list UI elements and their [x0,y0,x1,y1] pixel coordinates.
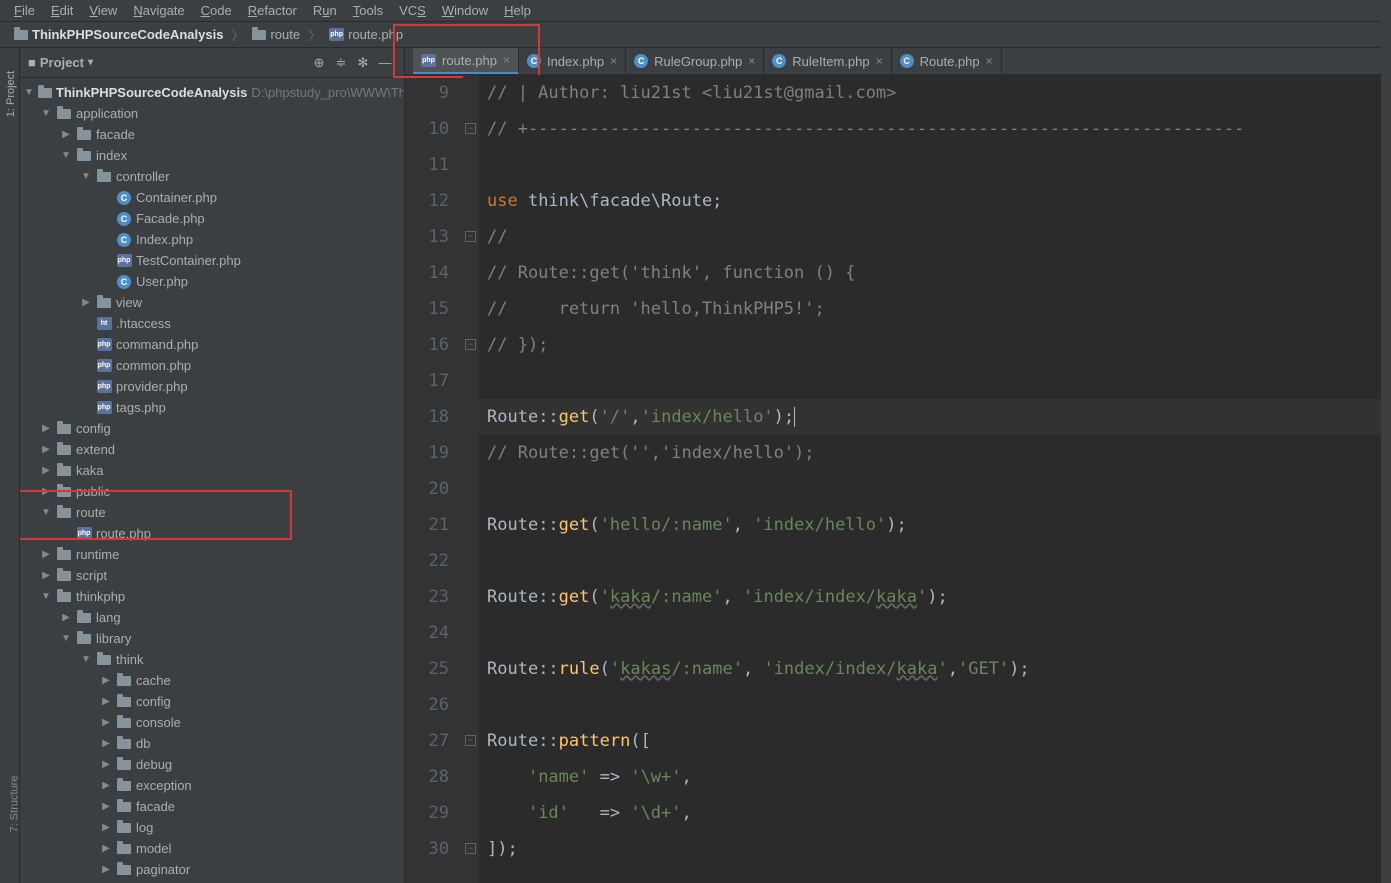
breadcrumb-file[interactable]: phproute.php [329,27,403,42]
menu-refactor[interactable]: Refactor [240,1,305,20]
tree-file[interactable]: phpprovider.php [20,376,404,397]
fold-marker-icon[interactable]: − [465,339,476,350]
tree-folder-thinkphp[interactable]: ▼thinkphp [20,586,404,607]
tree-file[interactable]: CUser.php [20,271,404,292]
tree-folder-think[interactable]: ▼think [20,649,404,670]
tree-folder-controller[interactable]: ▼controller [20,166,404,187]
folder-icon [14,30,28,40]
tree-folder[interactable]: ▶paginator [20,859,404,880]
line-gutter: 9101112131415161718192021222324252627282… [405,75,463,883]
locate-icon[interactable]: ⊕ [308,52,330,74]
menu-window[interactable]: Window [434,1,496,20]
tab-index-php[interactable]: CIndex.php× [519,48,626,74]
fold-marker-icon[interactable]: − [465,123,476,134]
menu-help[interactable]: Help [496,1,539,20]
tree-file[interactable]: CContainer.php [20,187,404,208]
tree-folder-view[interactable]: ▶view [20,292,404,313]
tree-file[interactable]: CFacade.php [20,208,404,229]
tree-folder[interactable]: ▶db [20,733,404,754]
breadcrumb-project[interactable]: ThinkPHPSourceCodeAnalysis [14,27,223,42]
tree-folder-kaka[interactable]: ▶kaka [20,460,404,481]
php-file-icon: php [421,54,436,67]
code-body[interactable]: // | Author: liu21st <liu21st@gmail.com>… [479,75,1391,883]
tree-root[interactable]: ▼ThinkPHPSourceCodeAnalysisD:\phpstudy_p… [20,82,404,103]
tree-folder[interactable]: ▶console [20,712,404,733]
tree-folder-index[interactable]: ▼index [20,145,404,166]
tree-folder-public[interactable]: ▶public [20,481,404,502]
chevron-right-icon: 〉 [231,25,244,44]
tab-route-php[interactable]: phproute.php× [413,48,519,74]
tree-folder-facade[interactable]: ▶facade [20,124,404,145]
fold-marker-icon[interactable]: − [465,735,476,746]
fold-marker-icon[interactable]: − [465,231,476,242]
rail-structure-label[interactable]: 7: Structure [8,776,20,833]
hide-icon[interactable]: — [374,52,396,74]
text-cursor [794,407,795,427]
menu-code[interactable]: Code [193,1,240,20]
tree-folder-application[interactable]: ▼application [20,103,404,124]
tree-file[interactable]: phptags.php [20,397,404,418]
folder-icon [252,30,266,40]
tab-rulegroup-php[interactable]: CRuleGroup.php× [626,48,764,74]
code-editor[interactable]: 9101112131415161718192021222324252627282… [405,75,1391,883]
menu-view[interactable]: View [81,1,125,20]
tree-folder[interactable]: ▶exception [20,775,404,796]
tree-folder[interactable]: ▶config [20,691,404,712]
tree-file[interactable]: CIndex.php [20,229,404,250]
gear-icon[interactable]: ✻ [352,52,374,74]
menu-tools[interactable]: Tools [345,1,391,20]
editor-tabs: phproute.php× CIndex.php× CRuleGroup.php… [405,48,1391,75]
tree-folder-extend[interactable]: ▶extend [20,439,404,460]
close-icon[interactable]: × [986,54,993,68]
menu-navigate[interactable]: Navigate [125,1,192,20]
tree-folder-script[interactable]: ▶script [20,565,404,586]
tree-file[interactable]: phpcommon.php [20,355,404,376]
menu-run[interactable]: Run [305,1,345,20]
class-icon: C [772,54,786,68]
menu-bar: File Edit View Navigate Code Refactor Ru… [0,0,1391,22]
close-icon[interactable]: × [503,53,510,67]
class-icon: C [527,54,541,68]
close-icon[interactable]: × [748,54,755,68]
tree-folder-library[interactable]: ▼library [20,628,404,649]
collapse-all-icon[interactable]: ≑ [330,52,352,74]
rail-project-label[interactable]: 1: Project [5,71,17,117]
tree-file[interactable]: ht.htaccess [20,313,404,334]
tree-folder-config[interactable]: ▶config [20,418,404,439]
class-icon: C [900,54,914,68]
tree-folder[interactable]: ▶log [20,817,404,838]
project-sidebar: ■Project▾ ⊕ ≑ ✻ — ▼ThinkPHPSourceCodeAna… [20,48,405,883]
left-tool-rail: 1: Project 7: Structure [0,48,20,883]
tree-file[interactable]: phpTestContainer.php [20,250,404,271]
menu-vcs[interactable]: VCS [391,1,434,20]
tree-folder-lang[interactable]: ▶lang [20,607,404,628]
menu-edit[interactable]: Edit [43,1,81,20]
project-tree[interactable]: ▼ThinkPHPSourceCodeAnalysisD:\phpstudy_p… [20,78,404,883]
breadcrumb-folder[interactable]: route [252,27,300,42]
tab-ruleitem-php[interactable]: CRuleItem.php× [764,48,891,74]
chevron-right-icon: 〉 [308,25,321,44]
tree-folder[interactable]: ▶model [20,838,404,859]
tree-file[interactable]: phpcommand.php [20,334,404,355]
tree-folder-route[interactable]: ▼route [20,502,404,523]
tree-folder[interactable]: ▶facade [20,796,404,817]
fold-column[interactable]: − − − − − [463,75,479,883]
class-icon: C [634,54,648,68]
tab-route-class-php[interactable]: CRoute.php× [892,48,1002,74]
editor-area: phproute.php× CIndex.php× CRuleGroup.php… [405,48,1391,883]
sidebar-title[interactable]: ■Project▾ [28,55,93,70]
tree-file-route-php[interactable]: phproute.php [20,523,404,544]
close-icon[interactable]: × [610,54,617,68]
tree-folder[interactable]: ▶debug [20,754,404,775]
close-icon[interactable]: × [876,54,883,68]
menu-file[interactable]: File [6,1,43,20]
php-file-icon: php [329,28,344,41]
tree-folder[interactable]: ▶cache [20,670,404,691]
breadcrumb: ThinkPHPSourceCodeAnalysis 〉 route 〉 php… [0,22,1391,48]
tree-folder-runtime[interactable]: ▶runtime [20,544,404,565]
fold-marker-icon[interactable]: − [465,843,476,854]
